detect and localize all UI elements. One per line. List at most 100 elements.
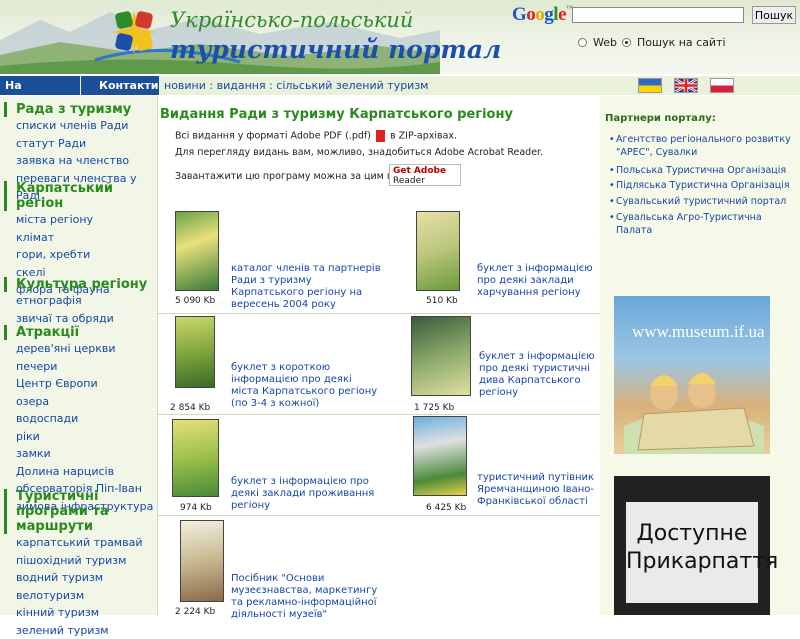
main-content: Видання Ради з туризму Карпатського регі… (158, 96, 600, 615)
partner-link[interactable]: Сувальський туристичний портал (616, 195, 796, 208)
adobe-get-label: Get Adobe (393, 166, 446, 176)
partner-link[interactable]: Польська Туристична Організація (616, 164, 796, 177)
row-divider (158, 414, 600, 415)
sidebar-section-title[interactable]: Рада з туризму (4, 102, 157, 117)
radio-site-search[interactable]: Пошук на сайті (622, 36, 726, 49)
radio-web-label: Web (593, 36, 617, 49)
sidebar-item[interactable]: гори, хребти (4, 246, 157, 264)
portal-logo-icon (108, 6, 160, 58)
banner-text-line1: Доступне (626, 520, 758, 548)
right-sidebar: Партнери порталу: Агентство регіональног… (600, 96, 800, 615)
google-search-input[interactable] (572, 7, 744, 23)
intro-text: Всі видання у форматі Adobe PDF (.pdf) (175, 131, 371, 142)
sidebar-item[interactable]: Долина нарцисів (4, 463, 153, 481)
partner-link[interactable]: Сувальська Агро-Туристична Палата (616, 211, 796, 237)
publication-size: 2 854 Kb (170, 403, 210, 413)
sidebar-section-title[interactable]: Карпатський регіон (4, 181, 157, 211)
partner-link[interactable]: Агентство регіонального розвитку "АРЕС",… (616, 133, 796, 159)
publication-cover-image[interactable] (175, 316, 215, 388)
site-title-line2: туристичний портал (170, 35, 501, 64)
publication-cover-image[interactable] (416, 211, 460, 291)
publication-link[interactable]: каталог членів та партнерів Ради з туриз… (231, 263, 381, 311)
crumb-green-tourism[interactable]: сільський зелений туризм (276, 79, 428, 92)
sidebar-section-title[interactable]: Культура регіону (4, 277, 147, 292)
publication-size: 2 224 Kb (175, 607, 215, 617)
publication-link[interactable]: Посібник "Основи музеєзнавства, маркетин… (231, 573, 391, 621)
sidebar-item[interactable]: дерев'яні церкви (4, 340, 153, 358)
top-nav-bar: На головну Контакти новини : видання : с… (0, 76, 800, 95)
page-title: Видання Ради з туризму Карпатського регі… (160, 107, 513, 122)
sidebar-item[interactable]: міста регіону (4, 211, 157, 229)
flag-pl-icon[interactable] (710, 78, 734, 93)
sidebar-item[interactable]: пішохідний туризм (4, 552, 154, 570)
crumb-publications[interactable]: видання (217, 79, 266, 92)
sidebar-item[interactable]: Центр Європи (4, 375, 153, 393)
nav-home-link[interactable]: На головну (0, 76, 80, 95)
publication-link[interactable]: буклет з інформацією про деякі заклади п… (231, 476, 391, 512)
girls-with-map-image (614, 356, 770, 454)
publication-cover-image[interactable] (180, 520, 224, 602)
publication-cover-image[interactable] (413, 416, 467, 496)
sidebar-section-culture: Культура регіону етнографія звичаї та об… (4, 277, 147, 327)
sidebar-item[interactable]: карпатський трамвай (4, 534, 154, 552)
sidebar-section-programs-routes: Туристичні програми та маршрути карпатсь… (4, 489, 154, 639)
sidebar-item[interactable]: водоспади (4, 410, 153, 428)
crumb-separator: : (209, 79, 216, 92)
sidebar-item[interactable]: озера (4, 393, 153, 411)
partner-link[interactable]: Підляська Туристична Організація (616, 179, 796, 192)
partners-title: Партнери порталу: (605, 113, 716, 124)
radio-web[interactable]: Web (578, 36, 617, 49)
radio-web-dot[interactable] (578, 38, 587, 47)
publication-cover-image[interactable] (175, 211, 219, 291)
sidebar-item[interactable]: печери (4, 358, 153, 376)
sidebar-section-title[interactable]: Атракції (4, 325, 153, 340)
pdf-icon (376, 130, 385, 142)
sidebar-item[interactable]: кінний туризм (4, 604, 154, 622)
dostupne-prykarpattia-banner[interactable]: Доступне Прикарпаття (614, 476, 770, 615)
publication-link[interactable]: буклет з короткою інформацією про деякі … (231, 362, 381, 410)
intro-text-line2: Для перегляду видань вам, можливо, знадо… (175, 147, 543, 158)
radio-site-search-dot[interactable] (622, 38, 631, 47)
sidebar-item[interactable]: зелений туризм (4, 622, 154, 639)
sidebar-item[interactable]: велотуризм (4, 587, 154, 605)
sidebar-item[interactable]: статут Ради (4, 135, 157, 153)
nav-contacts-link[interactable]: Контакти (81, 76, 159, 95)
sidebar-item[interactable]: ріки (4, 428, 153, 446)
sidebar-section-title[interactable]: Туристичні програми та маршрути (4, 489, 154, 534)
flag-gb-icon[interactable] (674, 78, 698, 93)
banner-text-line2: Прикарпаття (626, 548, 758, 576)
museum-banner[interactable]: www.museum.if.ua (614, 296, 770, 454)
site-title-line1: Українсько-польський (170, 8, 413, 32)
sidebar-item[interactable]: клімат (4, 229, 157, 247)
adobe-reader-label: Reader (393, 176, 425, 186)
google-logo: Google™ (512, 4, 572, 26)
sidebar-item[interactable]: списки членів Ради (4, 117, 157, 135)
publication-cover-image[interactable] (172, 419, 219, 497)
publication-link[interactable]: буклет з інформацією про деякі туристичн… (479, 351, 599, 399)
publication-size: 1 725 Kb (414, 403, 454, 413)
sidebar-item[interactable]: водний туризм (4, 569, 154, 587)
sidebar-item[interactable]: етнографія (4, 292, 147, 310)
publication-size: 974 Kb (180, 503, 212, 513)
publication-link[interactable]: туристичний путівник Яремчанщиною Івано-… (477, 472, 597, 508)
sidebar-section-attractions: Атракції дерев'яні церкви печери Центр Є… (4, 325, 153, 515)
intro-text-line1: Всі видання у форматі Adobe PDF (.pdf) в… (175, 130, 457, 142)
get-adobe-reader-button[interactable]: Get Adobe Reader (389, 164, 461, 186)
publication-link[interactable]: буклет з інформацією про деякі заклади х… (477, 263, 602, 299)
publication-size: 5 090 Kb (175, 296, 215, 306)
crumb-news[interactable]: новини (164, 79, 206, 92)
sidebar-item[interactable]: заявка на членство (4, 152, 157, 170)
row-divider (158, 515, 600, 516)
publication-size: 6 425 Kb (426, 503, 466, 513)
intro-text: в ZIP-архівах. (390, 131, 457, 142)
publication-cover-image[interactable] (411, 316, 471, 396)
radio-site-search-label: Пошук на сайті (637, 36, 726, 49)
sidebar-item[interactable]: замки (4, 445, 153, 463)
row-divider (158, 313, 600, 314)
breadcrumb: новини : видання : сільський зелений тур… (164, 79, 428, 92)
left-sidebar: Рада з туризму списки членів Ради статут… (0, 96, 158, 615)
flag-ua-icon[interactable] (638, 78, 662, 93)
site-header: Українсько-польський туристичний портал … (0, 0, 800, 74)
museum-banner-text: www.museum.if.ua (632, 322, 765, 342)
google-search-button[interactable]: Пошук (752, 6, 796, 24)
